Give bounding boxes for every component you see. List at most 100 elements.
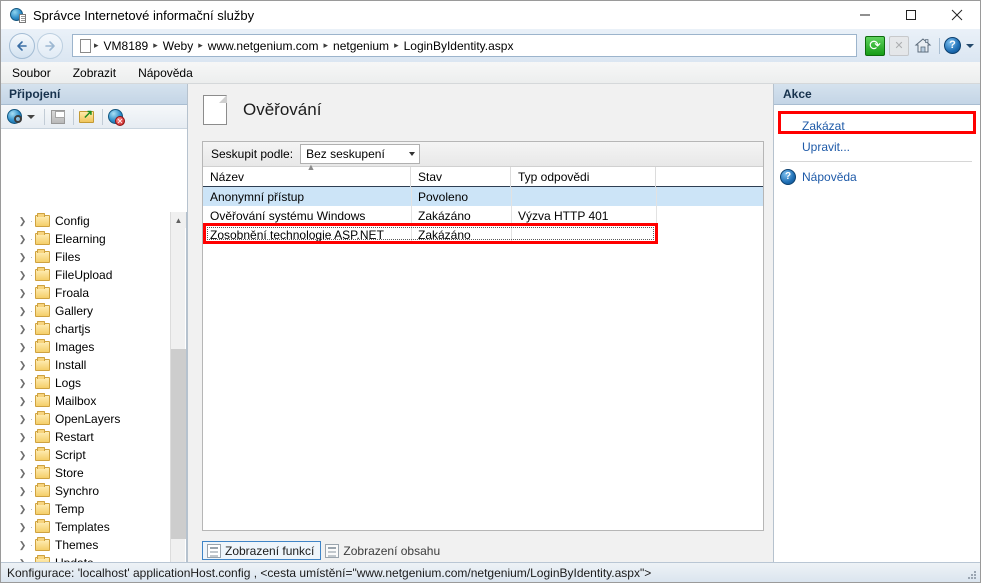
breadcrumb-item-app[interactable]: netgenium — [329, 39, 393, 53]
action-item-disable[interactable]: Zakázat — [774, 115, 980, 136]
chevron-right-icon[interactable]: ❯ — [17, 468, 28, 478]
tree-item-label: chartjs — [55, 322, 91, 336]
folder-icon — [35, 483, 50, 497]
iis-manager-window: Správce Internetové informační služby ▸ … — [0, 0, 981, 583]
breadcrumb[interactable]: ▸ VM8189 ▸ Weby ▸ www.netgenium.com ▸ ne… — [72, 34, 857, 57]
minimize-button[interactable] — [842, 1, 888, 29]
home-icon[interactable] — [913, 36, 933, 56]
tree-item-templates[interactable]: ❯ · Templates — [1, 518, 171, 536]
forward-button[interactable] — [37, 32, 63, 59]
scrollbar-thumb[interactable] — [171, 349, 186, 539]
tab-features-view[interactable]: Zobrazení funkcí — [202, 541, 322, 560]
close-button[interactable] — [934, 1, 980, 29]
chevron-right-icon[interactable]: ❯ — [17, 432, 28, 442]
table-row[interactable]: Ověřování systému Windows Zakázáno Výzva H… — [203, 206, 763, 225]
chevron-right-icon[interactable]: ❯ — [17, 414, 28, 424]
tree-item-label: Config — [55, 214, 90, 228]
tree-item-store[interactable]: ❯ · Store — [1, 464, 171, 482]
chevron-right-icon[interactable]: ❯ — [17, 378, 28, 388]
resize-grip-icon[interactable] — [965, 568, 977, 580]
menu-item-help[interactable]: Nápověda — [127, 64, 204, 82]
tree-item-label: Synchro — [55, 484, 100, 498]
tree-connector: · — [30, 468, 33, 478]
page-icon — [203, 95, 227, 125]
tree-item-chartjs[interactable]: ❯ · chartjs — [1, 320, 171, 338]
tree-item-install[interactable]: ❯ · Install — [1, 356, 171, 374]
chevron-right-icon[interactable]: ❯ — [17, 360, 28, 370]
chevron-right-icon[interactable]: ❯ — [17, 234, 28, 244]
chevron-right-icon[interactable]: ❯ — [17, 522, 28, 532]
maximize-button[interactable] — [888, 1, 934, 29]
content-view-icon — [325, 543, 340, 558]
tree-connector: · — [30, 234, 33, 244]
tree-item-elearning[interactable]: ❯ · Elearning — [1, 230, 171, 248]
tree-item-temp[interactable]: ❯ · Temp — [1, 500, 171, 518]
group-by-select[interactable]: Bez seskupení — [300, 144, 421, 164]
connect-to-icon[interactable] — [6, 108, 24, 126]
tree-item-label: Store — [55, 466, 84, 480]
back-button[interactable] — [9, 32, 35, 59]
table-row[interactable]: Anonymní přístup Povoleno — [203, 187, 763, 206]
export-icon[interactable]: ↗ — [78, 108, 96, 126]
refresh-icon[interactable] — [865, 35, 885, 56]
tab-content-view[interactable]: Zobrazení obsahu — [321, 541, 446, 560]
content-pane: Ověřování Seskupit podle: Bez seskupení … — [187, 84, 773, 562]
chevron-right-icon[interactable]: ❯ — [17, 252, 28, 262]
tree-connector: · — [30, 522, 33, 532]
view-tabs: Zobrazení funkcí Zobrazení obsahu — [202, 541, 446, 560]
chevron-right-icon[interactable]: ❯ — [17, 540, 28, 550]
chevron-right-icon[interactable]: ❯ — [17, 504, 28, 514]
action-item-edit[interactable]: Upravit... — [774, 136, 980, 157]
delete-connection-icon[interactable] — [107, 108, 125, 127]
chevron-right-icon[interactable]: ❯ — [17, 270, 28, 280]
chevron-right-icon[interactable]: ❯ — [17, 216, 28, 226]
connections-tree[interactable]: ❯ · Config ❯ · Elearning ❯ · Files ❯ · FileUpload ❯ ·… — [1, 212, 187, 582]
tree-item-logs[interactable]: ❯ · Logs — [1, 374, 171, 392]
chevron-right-icon[interactable]: ❯ — [17, 288, 28, 298]
connect-to-dropdown-icon[interactable] — [27, 114, 35, 119]
cell-state: Povoleno — [418, 189, 469, 204]
menu-item-view[interactable]: Zobrazit — [62, 64, 127, 82]
group-by-value: Bez seskupení — [306, 147, 385, 161]
chevron-right-icon[interactable]: ❯ — [17, 396, 28, 406]
tree-item-label: Install — [55, 358, 87, 372]
grid-column-header-spacer — [656, 167, 763, 187]
actions-header: Akce — [774, 84, 980, 105]
tree-item-label: Mailbox — [55, 394, 97, 408]
tree-item-openlayers[interactable]: ❯ · OpenLayers — [1, 410, 171, 428]
grid-header-row: Název ▲ Stav Typ odpovědi — [203, 162, 763, 187]
scroll-up-icon[interactable]: ▲ — [171, 212, 186, 228]
tree-item-files[interactable]: ❯ · Files — [1, 248, 171, 266]
tree-item-script[interactable]: ❯ · Script — [1, 446, 171, 464]
tree-item-synchro[interactable]: ❯ · Synchro — [1, 482, 171, 500]
tree-item-fileupload[interactable]: ❯ · FileUpload — [1, 266, 171, 284]
breadcrumb-item-server[interactable]: VM8189 — [100, 39, 153, 53]
chevron-right-icon[interactable]: ❯ — [17, 486, 28, 496]
iis-manager-icon — [10, 7, 26, 23]
breadcrumb-item-site[interactable]: www.netgenium.com — [204, 39, 323, 53]
action-item-help[interactable]: Nápověda — [774, 166, 980, 187]
tree-vertical-scrollbar[interactable]: ▲ ▼ — [170, 212, 186, 582]
connections-toolbar: ↗ — [1, 105, 187, 129]
tree-item-mailbox[interactable]: ❯ · Mailbox — [1, 392, 171, 410]
page-header: Ověřování — [188, 84, 773, 136]
tree-item-config[interactable]: ❯ · Config — [1, 212, 171, 230]
chevron-right-icon[interactable]: ❯ — [17, 306, 28, 316]
grid-column-header-name[interactable]: Název ▲ — [203, 162, 411, 187]
chevron-down-icon[interactable] — [966, 43, 974, 48]
grid-column-header-state[interactable]: Stav — [411, 166, 511, 187]
chevron-right-icon[interactable]: ❯ — [17, 342, 28, 352]
chevron-right-icon[interactable]: ❯ — [17, 324, 28, 334]
tree-item-froala[interactable]: ❯ · Froala — [1, 284, 171, 302]
help-icon[interactable] — [944, 37, 961, 54]
tree-item-images[interactable]: ❯ · Images — [1, 338, 171, 356]
folder-icon — [35, 501, 50, 515]
tree-item-restart[interactable]: ❯ · Restart — [1, 428, 171, 446]
chevron-right-icon[interactable]: ❯ — [17, 450, 28, 460]
grid-column-header-response-type[interactable]: Typ odpovědi — [511, 166, 656, 187]
menu-item-file[interactable]: Soubor — [1, 64, 62, 82]
tree-item-gallery[interactable]: ❯ · Gallery — [1, 302, 171, 320]
tree-item-themes[interactable]: ❯ · Themes — [1, 536, 171, 554]
breadcrumb-item-sites[interactable]: Weby — [159, 39, 197, 53]
breadcrumb-item-page[interactable]: LoginByIdentity.aspx — [400, 39, 518, 53]
